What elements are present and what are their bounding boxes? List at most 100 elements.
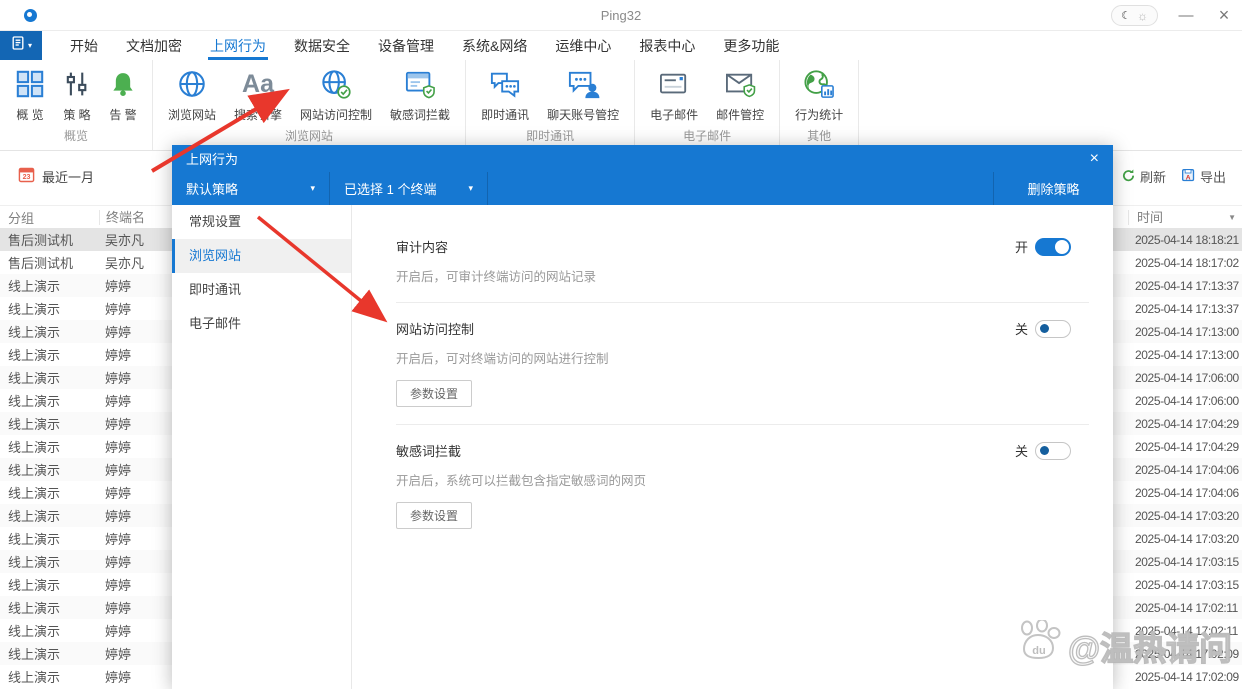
ribbon-item-概览[interactable]: 概 览 <box>6 65 54 126</box>
mail-shield-icon <box>723 65 757 103</box>
tab-更多功能[interactable]: 更多功能 <box>709 31 793 60</box>
export-icon: A <box>1181 168 1196 186</box>
tab-上网行为[interactable]: 上网行为 <box>196 31 280 60</box>
section-title: 敏感词拦截 <box>396 444 462 459</box>
refresh-label: 刷新 <box>1139 170 1166 185</box>
cell-group: 线上演示 <box>8 394 61 409</box>
ribbon-item-行为统计[interactable]: 行为统计 <box>786 65 852 126</box>
dialog-nav: 常规设置 浏览网站 即时通讯 电子邮件 <box>172 205 352 689</box>
dialog-title: 上网行为 <box>186 152 239 167</box>
cell-time: 2025-04-14 17:06:00 <box>1135 370 1239 385</box>
toggle-switch[interactable] <box>1035 441 1071 460</box>
dialog-nav-常规设置[interactable]: 常规设置 <box>172 205 351 239</box>
date-range-filter[interactable]: 23 最近一月 <box>18 166 94 186</box>
tab-开始[interactable]: 开始 <box>56 31 112 60</box>
cell-group: 线上演示 <box>8 578 61 593</box>
cell-group: 线上演示 <box>8 302 61 317</box>
ribbon: 概 览策 略告 警概览 浏览网站 Aa 搜索引擎 网站访问控制 敏感词拦截 浏览网站 即时通讯… <box>0 60 1242 151</box>
ribbon-item-label: 行为统计 <box>795 108 844 122</box>
ribbon-item-敏感词拦截[interactable]: 敏感词拦截 <box>381 65 459 126</box>
ribbon-item-网站访问控制[interactable]: 网站访问控制 <box>291 65 381 126</box>
ribbon-item-label: 即时通讯 <box>481 108 530 122</box>
cell-time: 2025-04-14 18:17:02 <box>1135 255 1239 270</box>
ribbon-item-label: 概 览 <box>16 108 44 122</box>
cell-time: 2025-04-14 17:02:11 <box>1135 600 1238 615</box>
ribbon-item-即时通讯[interactable]: 即时通讯 <box>472 65 538 126</box>
cell-group: 线上演示 <box>8 371 61 386</box>
section-row-审计内容: 审计内容 开 <box>396 237 1089 256</box>
section-title: 审计内容 <box>396 240 449 255</box>
cell-time: 2025-04-14 17:13:00 <box>1135 324 1239 339</box>
window-close-button[interactable]: × <box>1214 5 1234 26</box>
section-description: 开启后，可审计终端访问的网站记录 <box>396 270 597 284</box>
tab-文档加密[interactable]: 文档加密 <box>112 31 196 60</box>
calendar-icon: 23 <box>18 166 35 186</box>
toggle-switch[interactable] <box>1035 237 1071 256</box>
ribbon-group-label: 概览 <box>63 129 88 143</box>
dialog-close-button[interactable]: × <box>1090 150 1099 168</box>
column-header-time[interactable]: 时间 ▼ <box>1128 209 1242 225</box>
param-settings-button[interactable]: 参数设置 <box>396 502 473 529</box>
section-description: 开启后，可对终端访问的网站进行控制 <box>396 352 609 366</box>
refresh-button[interactable]: 刷新 <box>1121 167 1166 186</box>
section-divider <box>396 424 1089 425</box>
cell-group: 线上演示 <box>8 509 61 524</box>
ribbon-item-告警[interactable]: 告 警 <box>100 65 146 126</box>
delete-policy-button[interactable]: 删除策略 <box>993 172 1113 205</box>
dialog-toolbar: 默认策略 ▾ 已选择 1 个终端 ▾ 删除策略 <box>172 172 1113 205</box>
tab-设备管理[interactable]: 设备管理 <box>364 31 448 60</box>
cell-group: 线上演示 <box>8 440 61 455</box>
ribbon-group-电子邮件: 电子邮件 邮件管控 电子邮件 <box>635 60 781 150</box>
export-label: 导出 <box>1199 170 1226 185</box>
export-button[interactable]: A 导出 <box>1181 167 1226 186</box>
tab-bar: 开始 文档加密 上网行为 数据安全 设备管理 系统&网络 运维中心 报表中心 更多功能 <box>42 31 793 60</box>
policy-select-value: 默认策略 <box>186 182 239 197</box>
dialog-nav-浏览网站[interactable]: 浏览网站 <box>172 239 351 273</box>
tab-运维中心[interactable]: 运维中心 <box>541 31 625 60</box>
cell-time: 2025-04-14 17:04:06 <box>1135 485 1239 500</box>
cell-group: 线上演示 <box>8 279 61 294</box>
tab-报表中心[interactable]: 报表中心 <box>625 31 709 60</box>
toggle-wrap: 关 <box>1015 319 1071 338</box>
cell-group: 线上演示 <box>8 601 61 616</box>
globe-chart-icon <box>803 65 835 103</box>
ribbon-group-浏览网站: 浏览网站 Aa 搜索引擎 网站访问控制 敏感词拦截 浏览网站 <box>153 60 467 150</box>
policy-select[interactable]: 默认策略 ▾ <box>172 172 330 205</box>
column-header-group[interactable]: 分组 <box>0 208 99 227</box>
title-bar: Ping32 ☾ ☼ — × <box>0 0 1242 31</box>
ribbon-item-电子邮件[interactable]: 电子邮件 <box>641 65 707 126</box>
ribbon-item-搜索引擎[interactable]: Aa 搜索引擎 <box>225 65 291 126</box>
dialog-nav-即时通讯[interactable]: 即时通讯 <box>172 273 351 307</box>
dialog-nav-电子邮件[interactable]: 电子邮件 <box>172 307 351 341</box>
tab-数据安全[interactable]: 数据安全 <box>280 31 364 60</box>
cell-time: 2025-04-14 17:06:00 <box>1135 393 1239 408</box>
sort-caret-icon: ▼ <box>1228 212 1236 222</box>
ribbon-item-聊天账号管控[interactable]: 聊天账号管控 <box>538 65 628 126</box>
theme-toggle[interactable]: ☾ ☼ <box>1111 5 1158 26</box>
toggle-switch[interactable] <box>1035 319 1071 338</box>
ribbon-item-label: 电子邮件 <box>650 108 699 122</box>
ribbon-item-邮件管控[interactable]: 邮件管控 <box>707 65 773 126</box>
terminal-select-value: 已选择 1 个终端 <box>344 182 437 197</box>
refresh-icon <box>1121 168 1136 186</box>
cell-time: 2025-04-14 17:13:00 <box>1135 347 1239 362</box>
globe-check-icon <box>320 65 352 103</box>
param-settings-button[interactable]: 参数设置 <box>396 380 473 407</box>
toggle-state-label: 开 <box>1014 240 1028 255</box>
toggle-state-label: 关 <box>1014 322 1028 337</box>
toggle-wrap: 关 <box>1015 441 1071 460</box>
ribbon-item-浏览网站[interactable]: 浏览网站 <box>159 65 225 126</box>
aa-icon: Aa <box>242 69 274 98</box>
terminal-select[interactable]: 已选择 1 个终端 ▾ <box>330 172 488 205</box>
cell-time: 2025-04-14 17:04:29 <box>1135 439 1239 454</box>
ribbon-group-其他: 行为统计 其他 <box>780 60 860 150</box>
tab-系统&网络[interactable]: 系统&网络 <box>448 31 541 60</box>
window-title: Ping32 <box>600 7 642 23</box>
cell-group: 线上演示 <box>8 348 61 363</box>
app-menu-button[interactable]: ▾ <box>0 31 42 60</box>
minimize-button[interactable]: — <box>1176 7 1196 24</box>
ribbon-item-策略[interactable]: 策 略 <box>54 65 100 126</box>
cell-time: 2025-04-14 18:18:21 <box>1135 232 1239 247</box>
cell-time: 2025-04-14 17:04:29 <box>1135 416 1239 431</box>
section-divider <box>396 302 1089 303</box>
